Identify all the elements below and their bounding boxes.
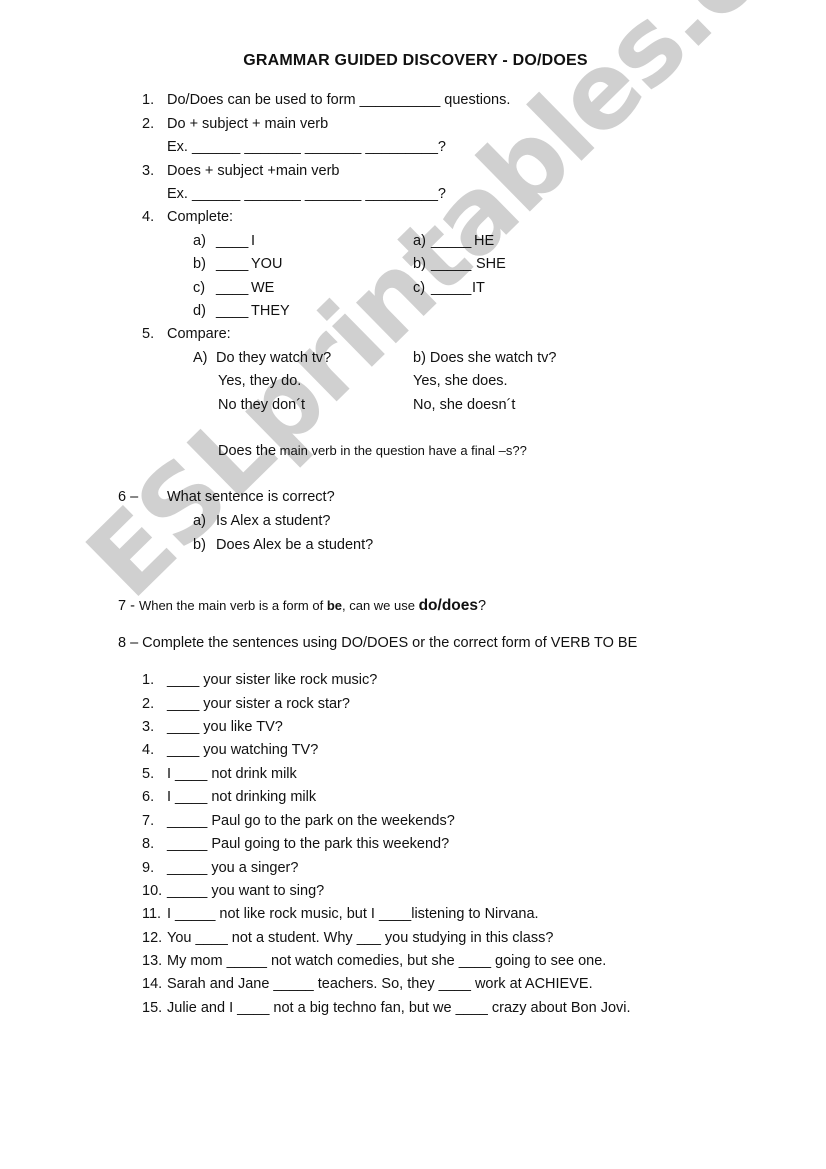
prompt-lead: Does the <box>218 443 277 459</box>
sentence-number: 10. <box>142 883 163 899</box>
sentence-text: _____ Paul going to the park this weeken… <box>167 836 450 852</box>
sentence-number: 7. <box>142 813 155 829</box>
sentence-text: Julie and I ____ not a big techno fan, b… <box>167 1000 631 1016</box>
letter: a) <box>193 513 206 529</box>
sentence-text: ____ your sister like rock music? <box>167 672 378 688</box>
compare-prompt: Does the main verb in the question have … <box>218 442 527 460</box>
sentence-text: ____ your sister a rock star? <box>167 696 350 712</box>
blank: ____ <box>216 256 249 272</box>
q7-text: When the main verb is a form of <box>138 598 327 613</box>
blank: _____ <box>431 233 472 249</box>
sentence-number: 6. <box>142 789 155 805</box>
pronoun: WE <box>251 280 275 296</box>
example-line: Ex. ______ _______ _______ _________? <box>167 139 446 155</box>
blank: ____ <box>216 303 249 319</box>
letter: b) <box>413 256 426 272</box>
option-text: Is Alex a student? <box>216 513 331 529</box>
prompt-rest: main verb in the question have a final –… <box>276 443 527 458</box>
sentence-number: 3. <box>142 719 155 735</box>
blank: _____ <box>431 256 472 272</box>
sentence-text: You ____ not a student. Why ___ you stud… <box>167 930 554 946</box>
sentence-number: 9. <box>142 860 155 876</box>
pronoun: SHE <box>476 256 506 272</box>
letter: A) <box>193 350 208 366</box>
item-number: 3. <box>142 163 155 179</box>
sentence-text: I ____ not drinking milk <box>167 789 317 805</box>
item-number: 4. <box>142 209 155 225</box>
sentence-text: ____ you watching TV? <box>167 742 319 758</box>
worksheet-page: GRAMMAR GUIDED DISCOVERY - DO/DOES 1. Do… <box>0 0 826 1169</box>
item-text: Complete: <box>167 209 234 225</box>
letter: b) <box>193 256 206 272</box>
sentence-text: _____ you want to sing? <box>167 883 325 899</box>
sentence-text: ____ you like TV? <box>167 719 283 735</box>
compare-question: Do they watch tv? <box>216 350 332 366</box>
sentence-number: 11. <box>142 906 162 922</box>
q7-lead: 7 - <box>118 598 139 614</box>
sentence-number: 4. <box>142 742 155 758</box>
item-text: Do + subject + main verb <box>167 116 329 132</box>
sentence-text: Sarah and Jane _____ teachers. So, they … <box>167 976 593 992</box>
question-7: 7 - When the main verb is a form of be, … <box>118 597 486 615</box>
example-line: Ex. ______ _______ _______ _________? <box>167 186 446 202</box>
blank: ____ <box>216 280 249 296</box>
q7-end: ? <box>478 598 487 614</box>
compare-answer-yes: Yes, she does. <box>413 373 508 389</box>
pronoun: HE <box>474 233 495 249</box>
blank: ____ <box>216 233 249 249</box>
q8-instruction: 8 – Complete the sentences using DO/DOES… <box>118 635 638 651</box>
letter: c) <box>413 280 426 296</box>
compare-answer-no: No they don´t <box>218 397 306 413</box>
sentence-text: _____ Paul go to the park on the weekend… <box>167 813 455 829</box>
letter: b) <box>193 537 206 553</box>
pronoun: THEY <box>251 303 290 319</box>
item-number: 1. <box>142 92 155 108</box>
sentence-text: _____ you a singer? <box>167 860 299 876</box>
q7-text: , can we use <box>341 598 419 613</box>
sentence-number: 12. <box>142 930 163 946</box>
sentence-number: 15. <box>142 1000 163 1016</box>
worksheet-title: GRAMMAR GUIDED DISCOVERY - DO/DOES <box>0 52 826 70</box>
sentence-text: I ____ not drink milk <box>167 766 297 782</box>
item-number: 2. <box>142 116 155 132</box>
letter: a) <box>413 233 426 249</box>
sentence-text: My mom _____ not watch comedies, but she… <box>167 953 607 969</box>
pronoun: IT <box>472 280 485 296</box>
blank: _____ <box>431 280 472 296</box>
question-text: What sentence is correct? <box>167 489 335 505</box>
compare-answer-no: No, she doesn´t <box>413 397 516 413</box>
question-number: 6 – <box>118 489 139 505</box>
sentence-number: 1. <box>142 672 155 688</box>
compare-answer-yes: Yes, they do. <box>218 373 302 389</box>
q7-bold-do-does: do/does <box>418 597 479 614</box>
title-text: GRAMMAR GUIDED DISCOVERY - DO/DOES <box>243 52 588 69</box>
letter: d) <box>193 303 206 319</box>
sentence-number: 14. <box>142 976 163 992</box>
sentence-number: 8. <box>142 836 155 852</box>
sentence-number: 5. <box>142 766 155 782</box>
sentence-number: 13. <box>142 953 163 969</box>
sentence-number: 2. <box>142 696 155 712</box>
letter: c) <box>193 280 206 296</box>
sentence-text: I _____ not like rock music, but I ____l… <box>167 906 539 922</box>
pronoun: I <box>251 233 256 249</box>
item-number: 5. <box>142 326 155 342</box>
option-text: Does Alex be a student? <box>216 537 374 553</box>
item-text: Do/Does can be used to form __________ q… <box>167 92 511 108</box>
compare-question: b) Does she watch tv? <box>413 350 557 366</box>
item-text: Compare: <box>167 326 231 342</box>
pronoun: YOU <box>251 256 283 272</box>
q7-bold-be: be <box>326 598 342 613</box>
letter: a) <box>193 233 206 249</box>
item-text: Does + subject +main verb <box>167 163 340 179</box>
